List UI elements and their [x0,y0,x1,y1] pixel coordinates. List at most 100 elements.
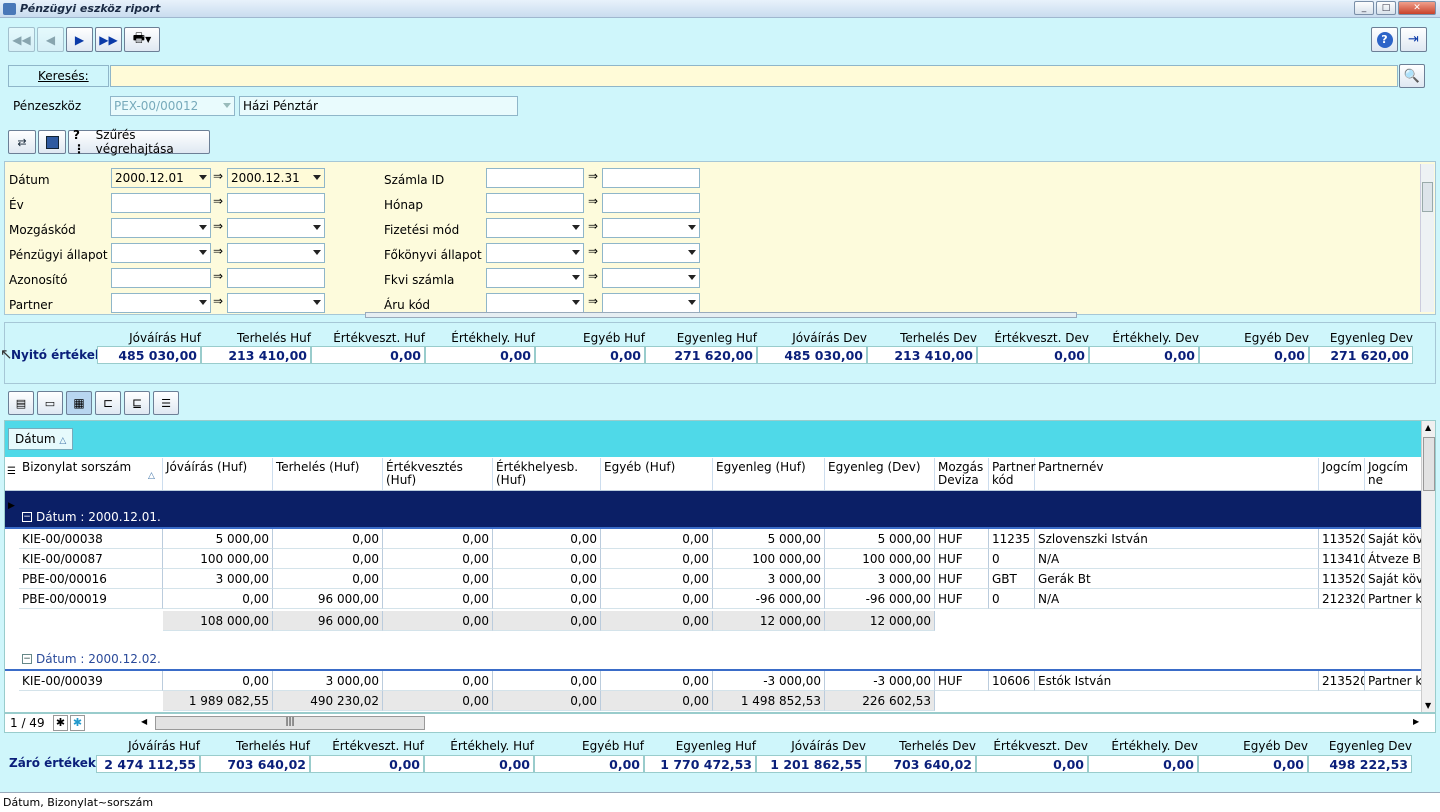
chevron-down-icon [688,275,696,280]
table-cell: 0,00 [493,589,601,609]
filter-from-field[interactable] [486,218,584,238]
filter-from-field[interactable] [111,243,211,263]
chevron-down-icon [199,250,207,255]
scroll-down-icon[interactable]: ▼ [1425,701,1431,710]
first-record-button[interactable]: ◀◀ [8,27,35,52]
table-cell: 0,00 [383,549,493,569]
filter-from-field[interactable] [111,293,211,313]
filter-label: Év [9,198,24,212]
search-input[interactable] [110,65,1398,87]
filter-to-field[interactable]: 2000.12.31 [227,168,325,188]
last-record-button[interactable]: ▶▶ [95,27,122,52]
table-cell: PBE-00/00016 [19,569,163,589]
scroll-left-icon[interactable]: ◀ [141,717,147,726]
add-record-button[interactable]: ✱ [53,715,68,731]
filter-to-field[interactable] [602,268,700,288]
filter-scroll-thumb[interactable] [1422,182,1433,212]
column-header[interactable]: Partnernév [1035,458,1319,490]
filter-to-field[interactable] [602,218,700,238]
filter-scrollbar[interactable] [1420,164,1434,312]
group-header-row[interactable]: − Dátum : 2000.12.02. [5,633,1421,671]
previous-record-button[interactable]: ◀ [37,27,64,52]
filter-to-field[interactable] [602,168,700,188]
column-header[interactable]: Egyenleg (Dev) [825,458,935,490]
grid-view-footer-button[interactable]: ▭ [37,391,63,415]
group-collapse-button[interactable]: ⊏ [95,391,121,415]
help-button[interactable]: ? [1371,27,1398,52]
filter-from-field[interactable] [111,268,211,288]
toggle-filter-button[interactable]: ⇄ [8,130,36,154]
print-menu-button[interactable]: 🖶 ▼ [124,27,160,52]
group-header-row[interactable]: − Dátum : 2000.12.01. ▶ [5,491,1421,529]
filter-label: Főkönyvi állapot [384,248,482,262]
filter-from-field[interactable]: 2000.12.01 [111,168,211,188]
filter-from-field[interactable] [486,193,584,213]
collapse-group-icon[interactable]: − [22,654,32,664]
scroll-right-icon[interactable]: ▶ [1413,717,1419,726]
column-header[interactable]: Mozgás Deviza [935,458,989,490]
grid-lines-button[interactable]: ▦ [66,391,92,415]
range-arrow-icon: ⇒ [588,244,599,258]
grid-view-form-button[interactable]: ▤ [8,391,34,415]
save-filter-button[interactable] [38,130,66,154]
table-cell: Estók István [1035,671,1319,691]
table-cell: Átveze Ba [1365,549,1425,569]
column-header[interactable]: Terhelés (Huf) [273,458,383,490]
filter-to-field[interactable] [602,293,700,313]
splitter-handle[interactable] [365,312,1077,318]
group-expand-button[interactable]: ⊑ [124,391,150,415]
filter-from-field[interactable] [486,243,584,263]
column-header[interactable]: Egyéb (Huf) [601,458,713,490]
table-cell: 0,00 [493,671,601,691]
filter-to-field[interactable] [227,193,325,213]
minimize-button[interactable]: _ [1354,1,1374,15]
summary-value: 703 640,02 [866,755,976,773]
summary-value: 213 410,00 [201,346,311,364]
close-button[interactable]: ✕ [1398,1,1436,15]
grid-hscroll-thumb[interactable]: ||| [155,716,425,730]
opening-summary-panel: Jóváírás Huf Terhelés Huf Értékveszt. Huf É… [4,322,1436,384]
filter-to-field[interactable] [227,218,325,238]
column-header[interactable]: Jóváírás (Huf) [163,458,273,490]
scroll-up-icon[interactable]: ▲ [1425,423,1431,432]
group-by-chip[interactable]: Dátum △ [8,428,74,450]
column-menu-icon[interactable]: ☰ [7,466,16,477]
filter-to-field[interactable] [227,268,325,288]
range-arrow-icon: ⇒ [213,169,224,183]
column-chooser-button[interactable]: ☰ [153,391,179,415]
grid-vscrollbar[interactable]: ▲ ▼ [1421,421,1435,712]
filter-from-field[interactable] [486,268,584,288]
chevron-down-icon [572,225,580,230]
search-button[interactable]: 🔍 [1399,64,1425,88]
filter-to-field[interactable] [227,293,325,313]
column-header[interactable]: Értékhelyesb.(Huf) [493,458,601,490]
filter-from-field[interactable] [111,193,211,213]
column-header[interactable]: Partner kód [989,458,1036,490]
table-cell: 100 000,00 [825,549,935,569]
filter-to-field[interactable] [227,243,325,263]
filter-from-field[interactable] [486,293,584,313]
table-cell: 5 000,00 [713,529,825,549]
penzeszkoz-code-select[interactable]: PEX-00/00012 [110,96,235,116]
column-header[interactable]: Egyenleg (Huf) [713,458,825,490]
summary-header: Jóváírás Huf [128,739,200,753]
table-cell: N/A [1035,549,1319,569]
maximize-button[interactable]: □ [1376,1,1396,15]
next-record-button[interactable]: ▶ [66,27,93,52]
column-header[interactable]: Jogcím [1319,458,1365,490]
collapse-group-icon[interactable]: − [22,512,32,522]
filter-to-field[interactable] [602,193,700,213]
filter-to-field[interactable] [602,243,700,263]
filter-from-field[interactable] [111,218,211,238]
column-header[interactable]: Értékvesztés (Huf) [383,458,493,490]
summary-header: Egyenleg Huf [676,331,757,345]
execute-filter-button[interactable]: ?⋮ Szűrés végrehajtása [68,128,210,156]
column-header[interactable]: Jogcím ne [1365,458,1425,490]
chevron-down-icon [572,300,580,305]
column-header[interactable]: Bizonylat sorszám [19,458,163,490]
pager-bar: 1 / 49 ✱ ✱ ◀ ||| ▶ [4,713,1436,733]
exit-button[interactable]: ⇥ [1400,27,1427,52]
grid-vscroll-thumb[interactable] [1423,437,1435,491]
filter-from-field[interactable] [486,168,584,188]
add-record-alt-button[interactable]: ✱ [70,715,85,731]
